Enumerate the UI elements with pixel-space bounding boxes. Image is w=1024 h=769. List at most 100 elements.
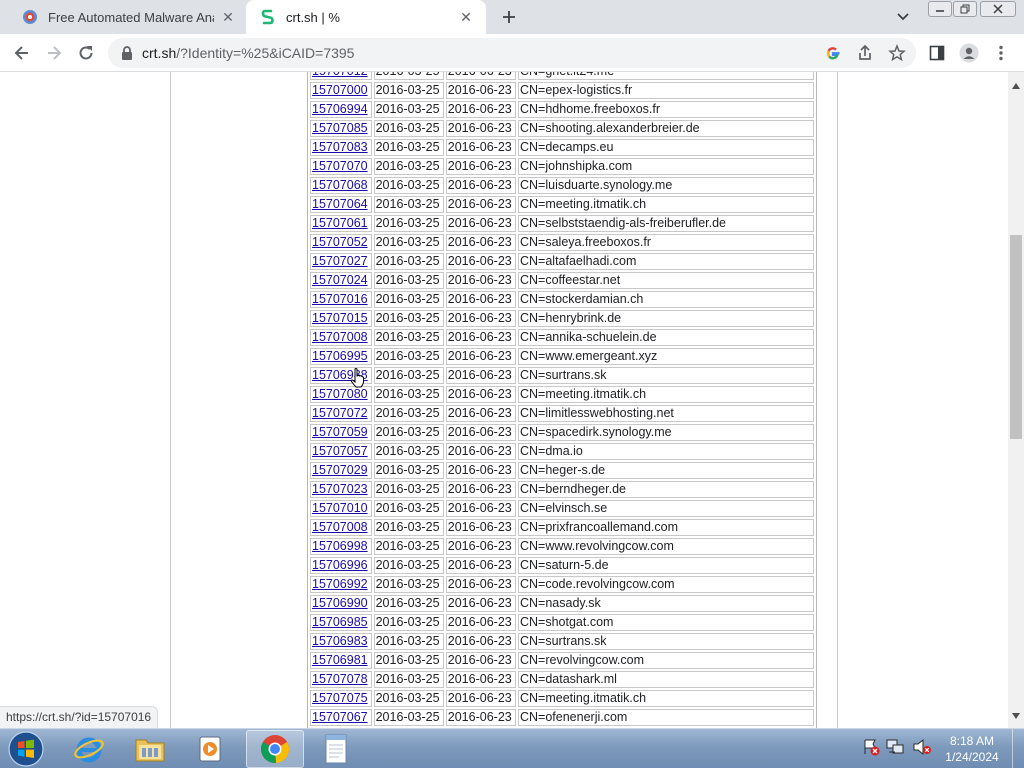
- table-row: 15707072 2016-03-25 2016-06-23 CN=limitless…: [310, 405, 814, 422]
- crt-id-link[interactable]: 15707008: [312, 330, 368, 344]
- scroll-down-icon[interactable]: [1012, 706, 1020, 724]
- crt-id-link[interactable]: 15707052: [312, 235, 368, 249]
- crt-id-link[interactable]: 15707070: [312, 159, 368, 173]
- common-name-cell: CN=henrybrink.de: [518, 310, 814, 327]
- crt-id-link[interactable]: 15707023: [312, 482, 368, 496]
- crt-id-link[interactable]: 15707083: [312, 140, 368, 154]
- scrollbar-thumb[interactable]: [1010, 235, 1022, 439]
- taskbar-notepad[interactable]: [307, 730, 365, 768]
- crt-id-link[interactable]: 15707012: [312, 72, 368, 78]
- new-tab-button[interactable]: [498, 6, 520, 28]
- crt-id-link[interactable]: 15707024: [312, 273, 368, 287]
- close-window-button[interactable]: [980, 1, 1016, 17]
- common-name-cell: CN=berndheger.de: [518, 481, 814, 498]
- taskbar-clock[interactable]: 8:18 AM 1/24/2024: [936, 733, 1008, 765]
- not-after-cell: 2016-06-23: [445, 139, 516, 156]
- crt-id-link[interactable]: 15707078: [312, 672, 368, 686]
- crt-id-link[interactable]: 15706985: [312, 615, 368, 629]
- not-before-cell: 2016-03-25: [373, 253, 444, 270]
- volume-muted-icon[interactable]: [912, 738, 932, 761]
- tab-title: Free Automated Malware Analysis: [48, 9, 214, 25]
- crt-id-link[interactable]: 15707057: [312, 444, 368, 458]
- common-name-cell: CN=surtrans.sk: [518, 367, 814, 384]
- taskbar-internet-explorer[interactable]: [60, 730, 118, 768]
- side-panel-button[interactable]: [926, 42, 948, 64]
- crt-id-cell: 15707012: [310, 72, 372, 80]
- restore-button[interactable]: [953, 1, 977, 17]
- table-row-partial: 15707012 2016-03-252016-06-23CN=ghet.it24…: [310, 72, 814, 80]
- crt-id-link[interactable]: 15706990: [312, 596, 368, 610]
- crt-id-link[interactable]: 15707061: [312, 216, 368, 230]
- crt-id-link[interactable]: 15707068: [312, 178, 368, 192]
- crt-id-link[interactable]: 15706996: [312, 558, 368, 572]
- crt-id-link[interactable]: 15707064: [312, 197, 368, 211]
- back-button[interactable]: [11, 42, 33, 64]
- table-row: 15706994 2016-03-25 2016-06-23 CN=hdhome.fr…: [310, 101, 814, 118]
- crt-id-link[interactable]: 15706995: [312, 349, 368, 363]
- crt-id-link[interactable]: 15706981: [312, 653, 368, 667]
- not-before-cell: 2016-03-25: [373, 329, 444, 346]
- close-icon[interactable]: ✕: [458, 9, 474, 25]
- not-after-cell: 2016-06-23: [445, 652, 516, 669]
- not-after-cell: 2016-06-23: [445, 538, 516, 555]
- profile-button[interactable]: [958, 42, 980, 64]
- crt-id-link[interactable]: 15706992: [312, 577, 368, 591]
- lock-icon[interactable]: [120, 45, 134, 66]
- not-after-cell: 2016-06-23: [445, 291, 516, 308]
- vertical-scrollbar[interactable]: [1008, 72, 1024, 728]
- common-name-cell: CN=heger-s.de: [518, 462, 814, 479]
- taskbar-chrome[interactable]: [246, 730, 304, 768]
- google-lens-button[interactable]: [822, 42, 844, 64]
- crt-id-link[interactable]: 15707059: [312, 425, 368, 439]
- common-name-cell: CN=www.revolvingcow.com: [518, 538, 814, 555]
- crt-id-link[interactable]: 15707010: [312, 501, 368, 515]
- not-after-cell: 2016-06-23: [445, 481, 516, 498]
- crt-id-link[interactable]: 15707008: [312, 520, 368, 534]
- not-after-cell: 2016-06-23: [445, 500, 516, 517]
- crt-id-link[interactable]: 15706998: [312, 539, 368, 553]
- table-row: 15707068 2016-03-25 2016-06-23 CN=luisduart…: [310, 177, 814, 194]
- close-icon[interactable]: ✕: [220, 9, 236, 25]
- table-row: 15707008 2016-03-25 2016-06-23 CN=prixfranc…: [310, 519, 814, 536]
- action-center-icon[interactable]: [862, 738, 880, 761]
- url-text[interactable]: crt.sh/?Identity=%25&iCAID=7395: [142, 45, 354, 61]
- crt-id-cell: 15707052: [310, 234, 372, 251]
- crt-id-cell: 15707068: [310, 177, 372, 194]
- menu-button[interactable]: [990, 42, 1012, 64]
- tab-malware-analysis[interactable]: Free Automated Malware Analysis ✕: [8, 0, 248, 34]
- crt-id-link[interactable]: 15707067: [312, 710, 368, 724]
- crt-id-cell: 15707075: [310, 690, 372, 707]
- crt-id-link[interactable]: 15707000: [312, 83, 368, 97]
- show-desktop-button[interactable]: [1012, 729, 1024, 769]
- tab-search-button[interactable]: [896, 9, 914, 25]
- address-bar[interactable]: crt.sh/?Identity=%25&iCAID=7395: [108, 38, 916, 68]
- crt-id-link[interactable]: 15707085: [312, 121, 368, 135]
- crt-id-link[interactable]: 15707072: [312, 406, 368, 420]
- start-button[interactable]: [2, 730, 50, 768]
- crt-id-link[interactable]: 15707075: [312, 691, 368, 705]
- crt-id-cell: 15707078: [310, 671, 372, 688]
- crt-id-link[interactable]: 15707016: [312, 292, 368, 306]
- share-button[interactable]: [854, 42, 876, 64]
- taskbar-windows-explorer[interactable]: [121, 730, 179, 768]
- not-after-cell: 2016-06-23: [445, 462, 516, 479]
- table-row: 15707010 2016-03-25 2016-06-23 CN=elvinsch.…: [310, 500, 814, 517]
- tab-crtsh[interactable]: crt.sh | % ✕: [246, 0, 486, 34]
- crt-id-cell: 15707024: [310, 272, 372, 289]
- minimize-button[interactable]: [928, 1, 952, 17]
- crt-id-link[interactable]: 15707015: [312, 311, 368, 325]
- scroll-up-icon[interactable]: [1012, 76, 1020, 94]
- bookmark-button[interactable]: [886, 42, 908, 64]
- crt-id-link[interactable]: 15707027: [312, 254, 368, 268]
- crt-id-link[interactable]: 15707029: [312, 463, 368, 477]
- common-name-cell: CN=revolvingcow.com: [518, 652, 814, 669]
- not-before-cell: 2016-03-25: [373, 633, 444, 650]
- url-host: crt.sh: [142, 45, 177, 61]
- taskbar-media-player[interactable]: [182, 730, 240, 768]
- forward-button[interactable]: [43, 42, 65, 64]
- crt-id-link[interactable]: 15706983: [312, 634, 368, 648]
- network-icon[interactable]: [886, 738, 906, 761]
- reload-button[interactable]: [75, 42, 97, 64]
- crt-id-link[interactable]: 15706994: [312, 102, 368, 116]
- common-name-cell: CN=annika-schuelein.de: [518, 329, 814, 346]
